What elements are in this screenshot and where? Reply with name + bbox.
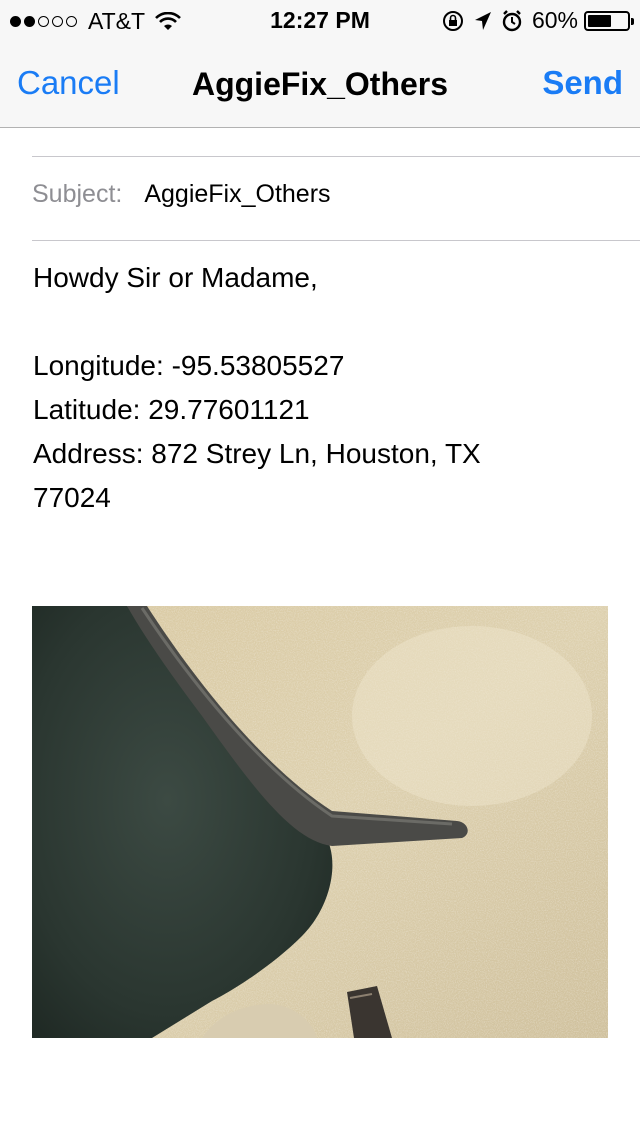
body-address: Address: 872 Strey Ln, Houston, TX: [33, 438, 481, 469]
photo-attachment[interactable]: [32, 606, 608, 1038]
battery-icon: [584, 10, 634, 31]
subject-field[interactable]: Subject: AggieFix_Others: [32, 180, 331, 209]
body-address-zip: 77024: [33, 482, 111, 513]
photo-image: [32, 606, 608, 1038]
body-longitude: Longitude: -95.53805527: [33, 350, 345, 381]
status-bar: AT&T 12:27 PM 60%: [0, 0, 640, 40]
orientation-lock-icon: [442, 10, 463, 31]
message-body[interactable]: Howdy Sir or Madame, Longitude: -95.5380…: [33, 256, 593, 520]
subject-input[interactable]: AggieFix_Others: [144, 180, 330, 209]
subject-label: Subject:: [32, 180, 123, 208]
mail-compose-screen: AT&T 12:27 PM 60% Cancel AggieFix_Others…: [0, 0, 640, 1136]
navigation-bar: Cancel AggieFix_Others Send: [0, 40, 640, 128]
location-arrow-icon: [474, 11, 491, 30]
field-divider: [32, 156, 640, 157]
field-divider: [32, 240, 640, 241]
body-greeting: Howdy Sir or Madame,: [33, 262, 318, 293]
battery-percentage: 60%: [531, 7, 578, 33]
body-latitude: Latitude: 29.77601121: [33, 394, 310, 425]
alarm-icon: [502, 9, 522, 31]
send-button[interactable]: Send: [542, 64, 623, 102]
battery-level-fill: [588, 14, 611, 27]
